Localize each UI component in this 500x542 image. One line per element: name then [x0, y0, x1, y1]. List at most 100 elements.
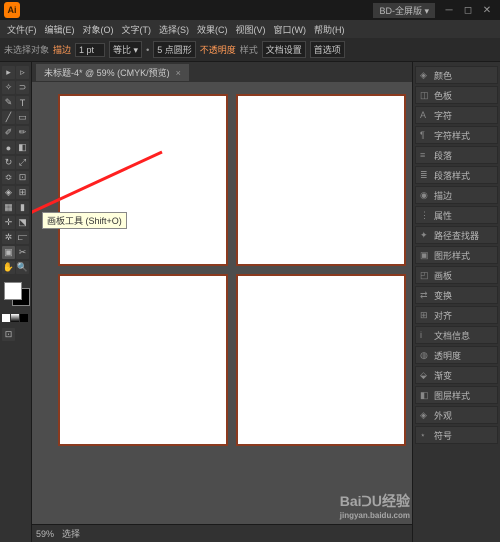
blob-tool[interactable]: ●: [2, 141, 15, 154]
zoom-field[interactable]: 59%: [36, 529, 54, 539]
menu-type[interactable]: 文字(T): [119, 23, 155, 36]
docsetup-button[interactable]: 文档设置: [262, 41, 306, 58]
panel-transform[interactable]: ⇄变换: [415, 286, 498, 304]
panel-pathfinder[interactable]: ✦路径查找器: [415, 226, 498, 244]
stroke-width-field[interactable]: 1 pt: [75, 43, 105, 57]
color-icon: ◈: [420, 70, 430, 81]
maximize-button[interactable]: ◻: [459, 3, 477, 17]
menubar: 文件(F) 编辑(E) 对象(O) 文字(T) 选择(S) 效果(C) 视图(V…: [0, 20, 500, 38]
slice-tool[interactable]: ✂: [16, 246, 29, 259]
menu-file[interactable]: 文件(F): [4, 23, 40, 36]
brush-style-field[interactable]: 5 点圆形: [153, 41, 196, 58]
eraser-tool[interactable]: ◧: [16, 141, 29, 154]
shape-builder-tool[interactable]: ◈: [2, 186, 15, 199]
pencil-tool[interactable]: ✏: [16, 126, 29, 139]
artboard-2[interactable]: [236, 94, 406, 266]
pen-tool[interactable]: ✎: [2, 96, 15, 109]
panel-attributes[interactable]: ⋮属性: [415, 206, 498, 224]
color-mode-gradient[interactable]: [11, 314, 19, 322]
perspective-tool[interactable]: ⊞: [16, 186, 29, 199]
titlebar: Ai BD-全屏版 ▾ ─ ◻ ✕: [0, 0, 500, 20]
panel-gradient[interactable]: ⬙渐变: [415, 366, 498, 384]
lasso-tool[interactable]: ⊃: [16, 81, 29, 94]
panel-color[interactable]: ◈颜色: [415, 66, 498, 84]
width-tool[interactable]: ≎: [2, 171, 15, 184]
canvas[interactable]: 画板工具 (Shift+O): [32, 82, 412, 524]
rotate-tool[interactable]: ↻: [2, 156, 15, 169]
docinfo-icon: i: [420, 330, 430, 340]
opacity-link[interactable]: 不透明度: [200, 43, 236, 56]
artboard-3[interactable]: [58, 274, 228, 446]
symbols-icon: ⋆: [420, 430, 430, 441]
line-tool[interactable]: ╱: [2, 111, 15, 124]
close-icon[interactable]: ×: [176, 68, 181, 78]
parastyle-icon: ≣: [420, 170, 430, 181]
panel-parastyle[interactable]: ≣段落样式: [415, 166, 498, 184]
panel-align[interactable]: ⊞对齐: [415, 306, 498, 324]
control-bar: 未选择对象 描边 1 pt 等比 ▾ • 5 点圆形 不透明度 样式 文档设置 …: [0, 38, 500, 62]
graph-tool[interactable]: ⫍: [16, 231, 29, 244]
menu-object[interactable]: 对象(O): [80, 23, 117, 36]
wand-tool[interactable]: ✧: [2, 81, 15, 94]
artboard-4[interactable]: [236, 274, 406, 446]
panel-symbols[interactable]: ⋆符号: [415, 426, 498, 444]
color-mode-fill[interactable]: [2, 314, 10, 322]
panel-stroke[interactable]: ◉描边: [415, 186, 498, 204]
mesh-tool[interactable]: ▦: [2, 201, 15, 214]
free-transform-tool[interactable]: ⊡: [16, 171, 29, 184]
scale-tool[interactable]: ⤢: [16, 156, 29, 169]
document-tab[interactable]: 未标题-4* @ 59% (CMYK/预览)×: [36, 64, 189, 81]
screen-mode-tool[interactable]: ⊡: [2, 328, 15, 341]
paragraph-icon: ≡: [420, 150, 430, 160]
symbol-tool[interactable]: ✲: [2, 231, 15, 244]
uniform-field[interactable]: 等比 ▾: [109, 41, 142, 58]
menu-view[interactable]: 视图(V): [233, 23, 269, 36]
hand-tool[interactable]: ✋: [2, 261, 15, 274]
rect-tool[interactable]: ▭: [16, 111, 29, 124]
panel-graphicstyles[interactable]: ▣图形样式: [415, 246, 498, 264]
transform-icon: ⇄: [420, 290, 430, 301]
align-icon: ⊞: [420, 310, 430, 321]
color-mode-none[interactable]: [20, 314, 28, 322]
statusbar: 59% 选择: [32, 524, 412, 542]
panel-transparency[interactable]: ◍透明度: [415, 346, 498, 364]
eyedropper-tool[interactable]: ✛: [2, 216, 15, 229]
type-tool[interactable]: T: [16, 96, 29, 109]
panel-docinfo[interactable]: i文档信息: [415, 326, 498, 344]
panel-artboards[interactable]: ◰画板: [415, 266, 498, 284]
close-button[interactable]: ✕: [478, 3, 496, 17]
stroke-icon: ◉: [420, 190, 430, 201]
artboard-tool[interactable]: ▣: [2, 246, 15, 259]
minimize-button[interactable]: ─: [440, 3, 458, 17]
menu-help[interactable]: 帮助(H): [311, 23, 348, 36]
menu-select[interactable]: 选择(S): [156, 23, 192, 36]
panel-appearance[interactable]: ◈外观: [415, 406, 498, 424]
fill-swatch[interactable]: [4, 282, 22, 300]
artboards-icon: ◰: [420, 270, 430, 281]
brush-tool[interactable]: ✐: [2, 126, 15, 139]
layerstyle-icon: ◧: [420, 390, 430, 401]
blend-tool[interactable]: ⬔: [16, 216, 29, 229]
workspace-switcher[interactable]: BD-全屏版 ▾: [373, 3, 435, 18]
color-picker[interactable]: [2, 282, 29, 310]
panel-charstyle[interactable]: ¶字符样式: [415, 126, 498, 144]
panel-swatches[interactable]: ◫色板: [415, 86, 498, 104]
panel-layerstyle[interactable]: ◧图层样式: [415, 386, 498, 404]
menu-edit[interactable]: 编辑(E): [42, 23, 78, 36]
menu-window[interactable]: 窗口(W): [271, 23, 310, 36]
toolbox: ▸▹ ✧⊃ ✎T ╱▭ ✐✏ ●◧ ↻⤢ ≎⊡ ◈⊞ ▦▮ ✛⬔ ✲⫍ ▣✂ ✋…: [0, 62, 32, 542]
selection-tool[interactable]: ▸: [2, 66, 15, 79]
zoom-tool[interactable]: 🔍: [16, 261, 29, 274]
prefs-button[interactable]: 首选项: [310, 41, 345, 58]
character-icon: A: [420, 110, 430, 120]
panel-character[interactable]: A字符: [415, 106, 498, 124]
charstyle-icon: ¶: [420, 130, 430, 140]
gradient-tool[interactable]: ▮: [16, 201, 29, 214]
attributes-icon: ⋮: [420, 210, 430, 221]
direct-select-tool[interactable]: ▹: [16, 66, 29, 79]
pathfinder-icon: ✦: [420, 230, 430, 241]
styles-label[interactable]: 样式: [240, 43, 258, 56]
panel-paragraph[interactable]: ≡段落: [415, 146, 498, 164]
stroke-link[interactable]: 描边: [53, 43, 71, 56]
menu-effect[interactable]: 效果(C): [194, 23, 231, 36]
